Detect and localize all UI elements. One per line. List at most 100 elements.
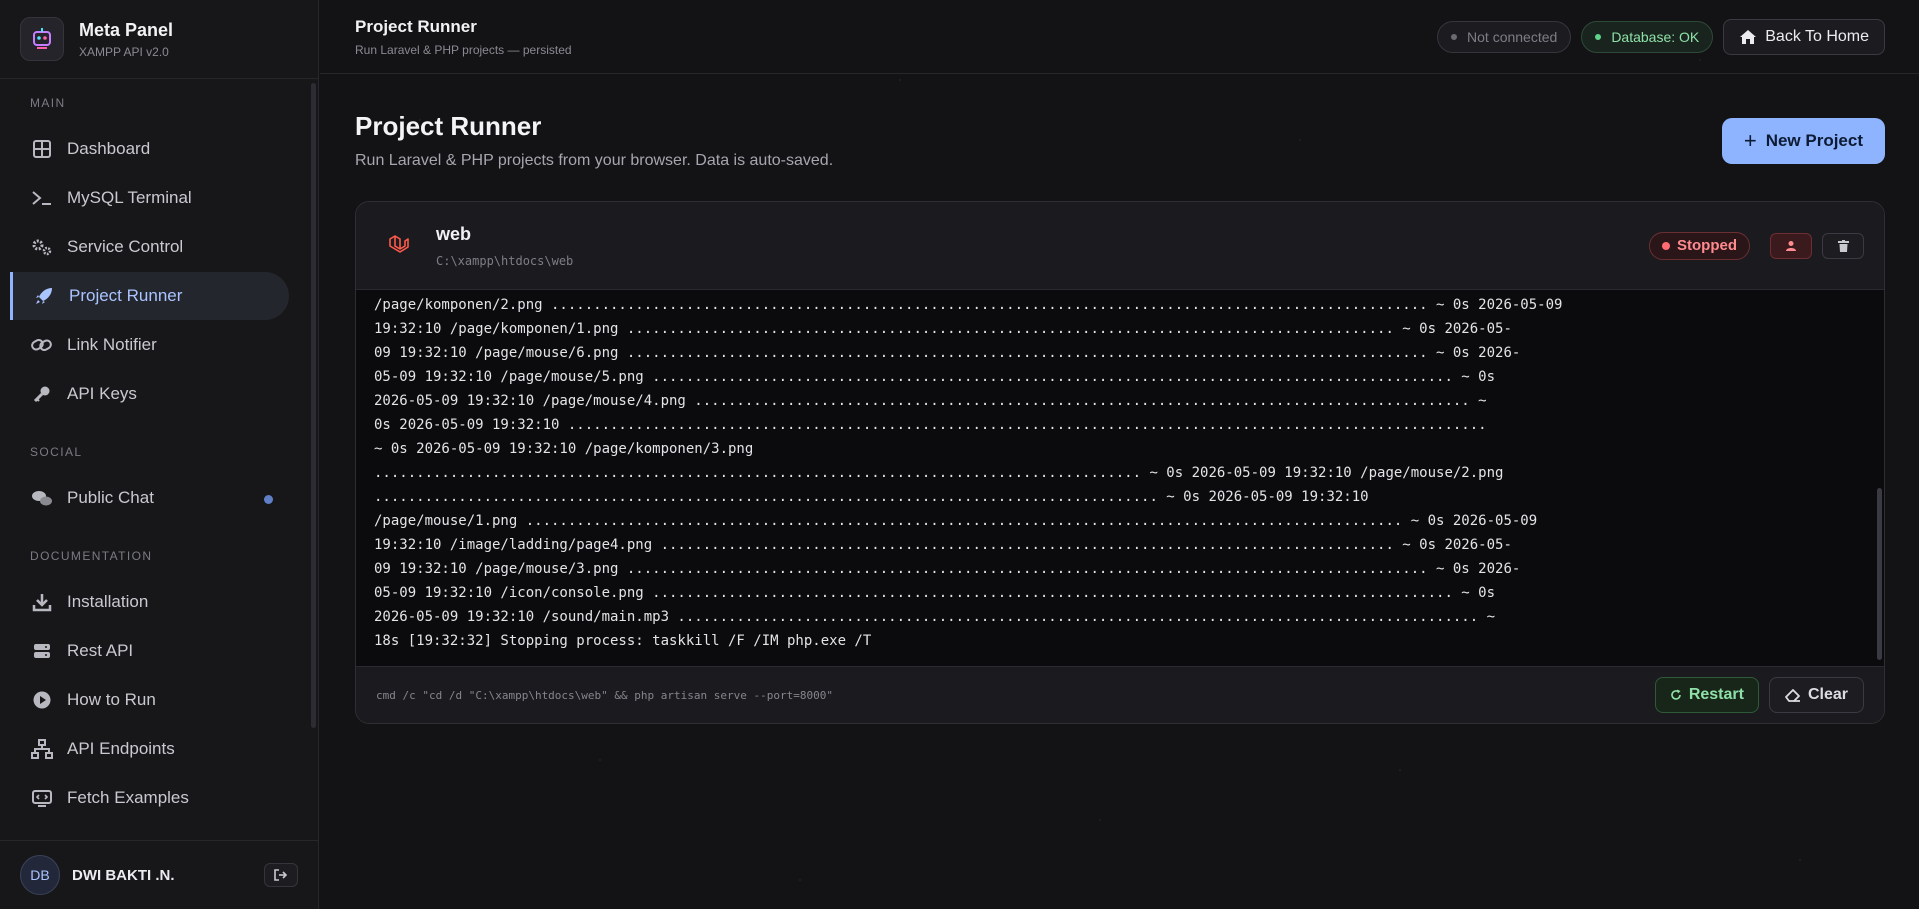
robot-logo-icon [20, 17, 64, 61]
status-dot-icon [1662, 241, 1670, 250]
connection-status-label: Not connected [1467, 28, 1558, 45]
topbar-title: Project Runner [355, 16, 477, 36]
console-line: ........................................… [374, 489, 1369, 505]
command-text: cmd /c "cd /d "C:\xampp\htdocs\web" && p… [376, 688, 833, 702]
sidebar-item-mysql-terminal[interactable]: MySQL Terminal [10, 174, 289, 222]
sidebar-scrollbar[interactable] [311, 83, 316, 728]
status-badge: Stopped [1649, 231, 1750, 260]
clear-label: Clear [1807, 686, 1848, 703]
section-label-main: MAIN [30, 96, 66, 110]
avatar[interactable]: DB [20, 855, 60, 895]
section-label-documentation: DOCUMENTATION [30, 549, 153, 563]
sidebar-item-label: Dashboard [67, 139, 151, 158]
status-label: Stopped [1677, 237, 1737, 254]
back-to-home-button[interactable]: Back To Home [1723, 18, 1885, 55]
console-line: /page/mouse/1.png ......................… [374, 513, 1538, 529]
sidebar-item-label: API Endpoints [67, 739, 175, 758]
laravel-icon [386, 233, 412, 259]
server-icon [30, 639, 54, 663]
console-scrollbar[interactable] [1877, 488, 1882, 660]
console-output[interactable]: /page/komponen/2.png ...................… [356, 290, 1884, 666]
console-line: 05-09 19:32:10 /icon/console.png .......… [374, 585, 1496, 601]
user-bar: DB DWI BAKTI .N. [0, 840, 318, 909]
new-project-label: New Project [1765, 131, 1863, 150]
chat-icon [30, 486, 54, 510]
terminal-icon [30, 186, 54, 210]
stop-person-icon [1785, 240, 1797, 252]
sidebar-item-label: How to Run [67, 690, 156, 709]
sidebar-item-label: Service Control [67, 237, 184, 256]
gears-icon [30, 235, 54, 259]
brand-title: Meta Panel [79, 19, 174, 40]
download-icon [30, 590, 54, 614]
status-dot-icon [1595, 33, 1602, 40]
sidebar-item-public-chat[interactable]: Public Chat [10, 474, 289, 522]
console-line: ........................................… [374, 465, 1504, 481]
console-line: /page/komponen/2.png ...................… [374, 297, 1563, 313]
code-icon [30, 786, 54, 810]
console-line: 09 19:32:10 /page/mouse/3.png ..........… [374, 561, 1521, 577]
sidebar-nav: MAIN Dashboard MySQL Terminal Service Co… [0, 80, 318, 840]
stop-process-button[interactable] [1770, 232, 1812, 259]
sidebar-item-service-control[interactable]: Service Control [10, 223, 289, 271]
status-dot-icon [1451, 33, 1458, 40]
sidebar-item-project-runner[interactable]: Project Runner [10, 272, 289, 320]
sidebar-item-label: MySQL Terminal [67, 188, 192, 207]
project-card: web C:\xampp\htdocs\web Stopped /page/ko… [355, 201, 1885, 724]
sitemap-icon [30, 737, 54, 761]
sidebar-item-dashboard[interactable]: Dashboard [10, 125, 289, 173]
console-line: 19:32:10 /image/ladding/page4.png ......… [374, 537, 1512, 553]
rocket-icon [32, 284, 56, 308]
sidebar-item-how-to-run[interactable]: How to Run [10, 676, 289, 724]
sidebar-item-label: API Keys [67, 384, 137, 403]
sidebar-item-label: Project Runner [69, 286, 183, 305]
sidebar-item-rest-api[interactable]: Rest API [10, 627, 289, 675]
new-project-button[interactable]: + New Project [1721, 118, 1885, 164]
delete-project-button[interactable] [1822, 232, 1864, 259]
plus-icon: + [1743, 128, 1757, 153]
connection-status-badge: Not connected [1437, 20, 1572, 53]
console-line: 19:32:10 /page/komponen/1.png ..........… [374, 321, 1512, 337]
sidebar-item-api-keys[interactable]: API Keys [10, 370, 289, 418]
sidebar: Meta Panel XAMPP API v2.0 MAIN Dashboard… [0, 0, 319, 909]
database-status-label: Database: OK [1611, 28, 1700, 45]
restart-icon [1670, 689, 1682, 701]
sidebar-item-installation[interactable]: Installation [10, 578, 289, 626]
logout-icon [274, 869, 288, 881]
project-card-header: web C:\xampp\htdocs\web Stopped [356, 202, 1884, 290]
console-line: ~ 0s 2026-05-09 19:32:10 /page/komponen/… [374, 441, 754, 457]
sidebar-item-label: Fetch Examples [67, 788, 189, 807]
grid-icon [30, 137, 54, 161]
user-name: DWI BAKTI .N. [72, 866, 175, 884]
clear-button[interactable]: Clear [1768, 677, 1864, 713]
topbar: Project Runner Run Laravel & PHP project… [320, 0, 1919, 74]
console-line: 09 19:32:10 /page/mouse/6.png ..........… [374, 345, 1521, 361]
page-title: Project Runner [355, 111, 542, 141]
console-line: 18s [19:32:32] Stopping process: taskkil… [374, 633, 872, 649]
restart-button[interactable]: Restart [1654, 677, 1759, 713]
restart-label: Restart [1688, 686, 1744, 703]
unread-indicator [264, 495, 273, 504]
trash-icon [1837, 239, 1849, 252]
sidebar-item-label: Public Chat [67, 488, 154, 507]
console-line: 05-09 19:32:10 /page/mouse/5.png .......… [374, 369, 1496, 385]
project-path: C:\xampp\htdocs\web [436, 253, 574, 268]
main-content: Project Runner Run Laravel & PHP project… [320, 75, 1919, 909]
link-icon [30, 333, 54, 357]
database-status-badge: Database: OK [1581, 20, 1714, 53]
page-subtitle: Run Laravel & PHP projects from your bro… [355, 152, 834, 169]
eraser-icon [1785, 688, 1801, 702]
brand-subtitle: XAMPP API v2.0 [79, 44, 169, 59]
play-icon [30, 688, 54, 712]
logout-button[interactable] [264, 863, 298, 887]
sidebar-item-fetch-examples[interactable]: Fetch Examples [10, 774, 289, 822]
key-icon [30, 382, 54, 406]
sidebar-item-label: Rest API [67, 641, 134, 660]
sidebar-item-link-notifier[interactable]: Link Notifier [10, 321, 289, 369]
console-line: 2026-05-09 19:32:10 /page/mouse/4.png ..… [374, 393, 1487, 409]
sidebar-item-api-endpoints[interactable]: API Endpoints [10, 725, 289, 773]
topbar-subtitle: Run Laravel & PHP projects — persisted [355, 42, 572, 57]
section-label-social: SOCIAL [30, 445, 83, 459]
console-line: 0s 2026-05-09 19:32:10 .................… [374, 417, 1487, 433]
console-line: 2026-05-09 19:32:10 /sound/main.mp3 ....… [374, 609, 1496, 625]
